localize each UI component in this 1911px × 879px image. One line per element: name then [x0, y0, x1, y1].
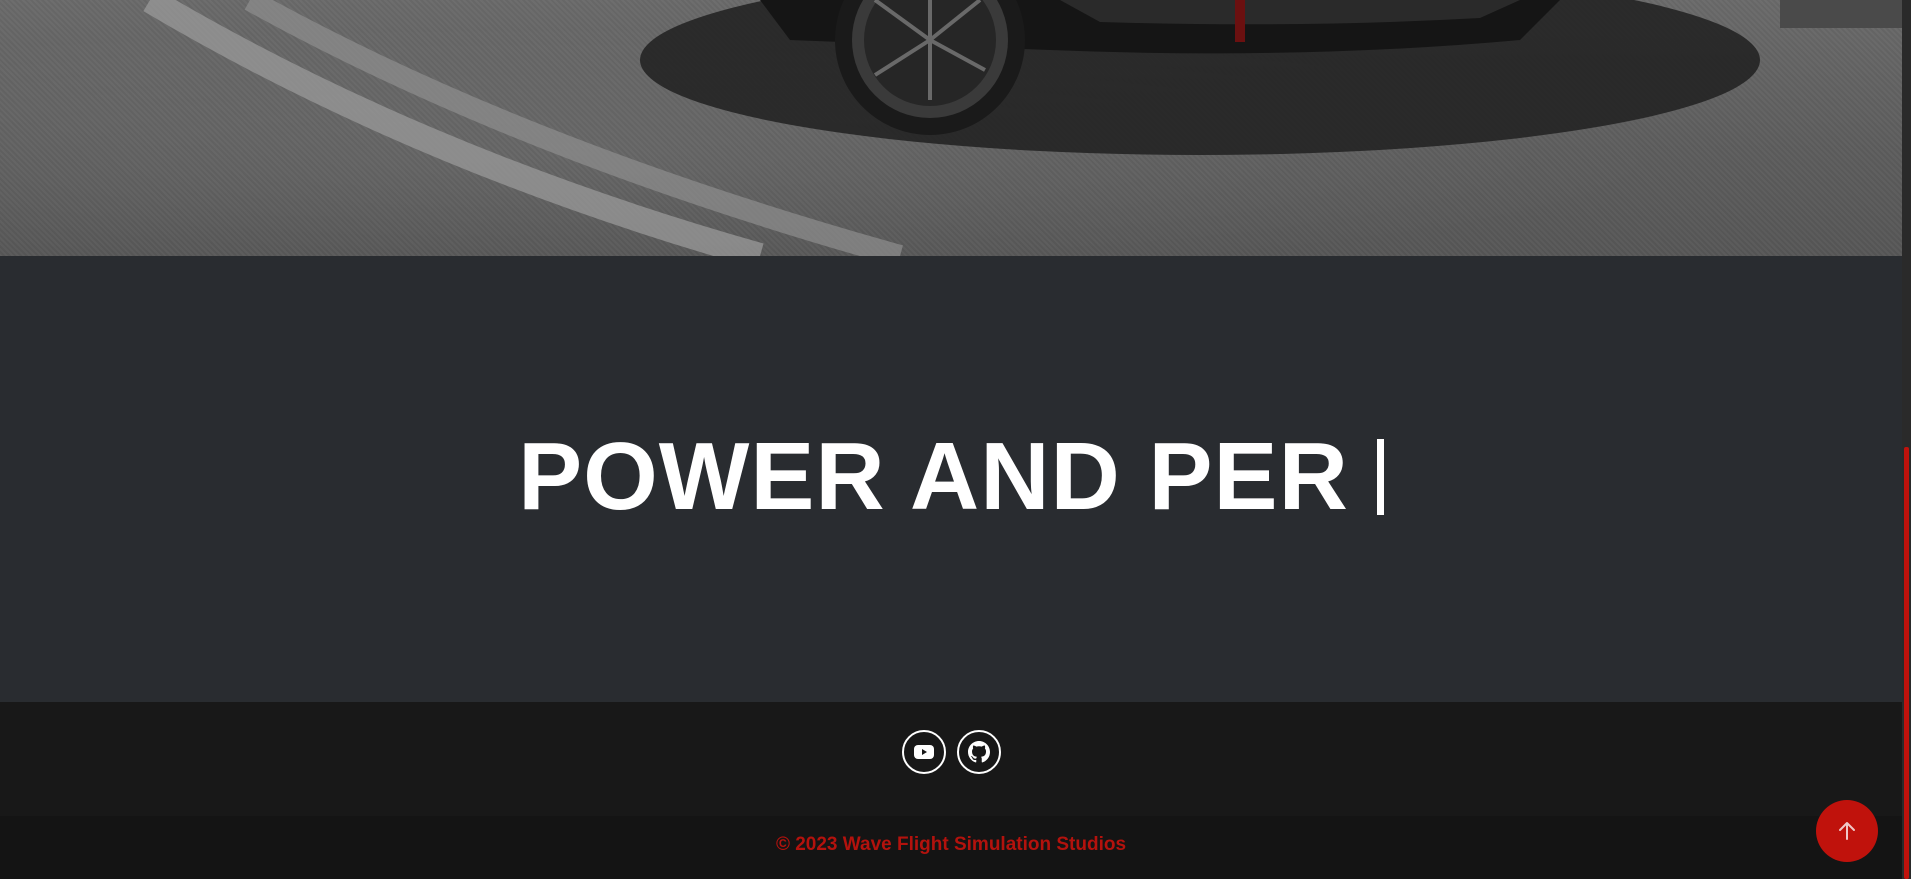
page: POWER AND PER © 2023 Wave Flight Simulat…: [0, 0, 1911, 879]
youtube-icon: [913, 745, 934, 759]
github-link[interactable]: [956, 730, 1001, 774]
typing-text: POWER AND PER: [518, 423, 1349, 530]
github-icon: [967, 741, 990, 763]
scrollbar[interactable]: [1902, 0, 1911, 879]
typing-cursor: [1376, 439, 1384, 515]
typing-section: POWER AND PER: [0, 256, 1902, 702]
copyright-bar: © 2023 Wave Flight Simulation Studios: [0, 816, 1902, 879]
typing-headline: POWER AND PER: [518, 429, 1384, 525]
hero-image: [0, 0, 1902, 256]
arrow-up-icon: [1839, 822, 1855, 840]
back-to-top-button[interactable]: [1816, 800, 1878, 862]
social-footer: [0, 702, 1902, 816]
scrollbar-thumb[interactable]: [1904, 447, 1909, 879]
car-on-asphalt-photo: [143, 0, 1902, 256]
youtube-link[interactable]: [901, 730, 946, 774]
copyright-text: © 2023 Wave Flight Simulation Studios: [775, 833, 1127, 855]
